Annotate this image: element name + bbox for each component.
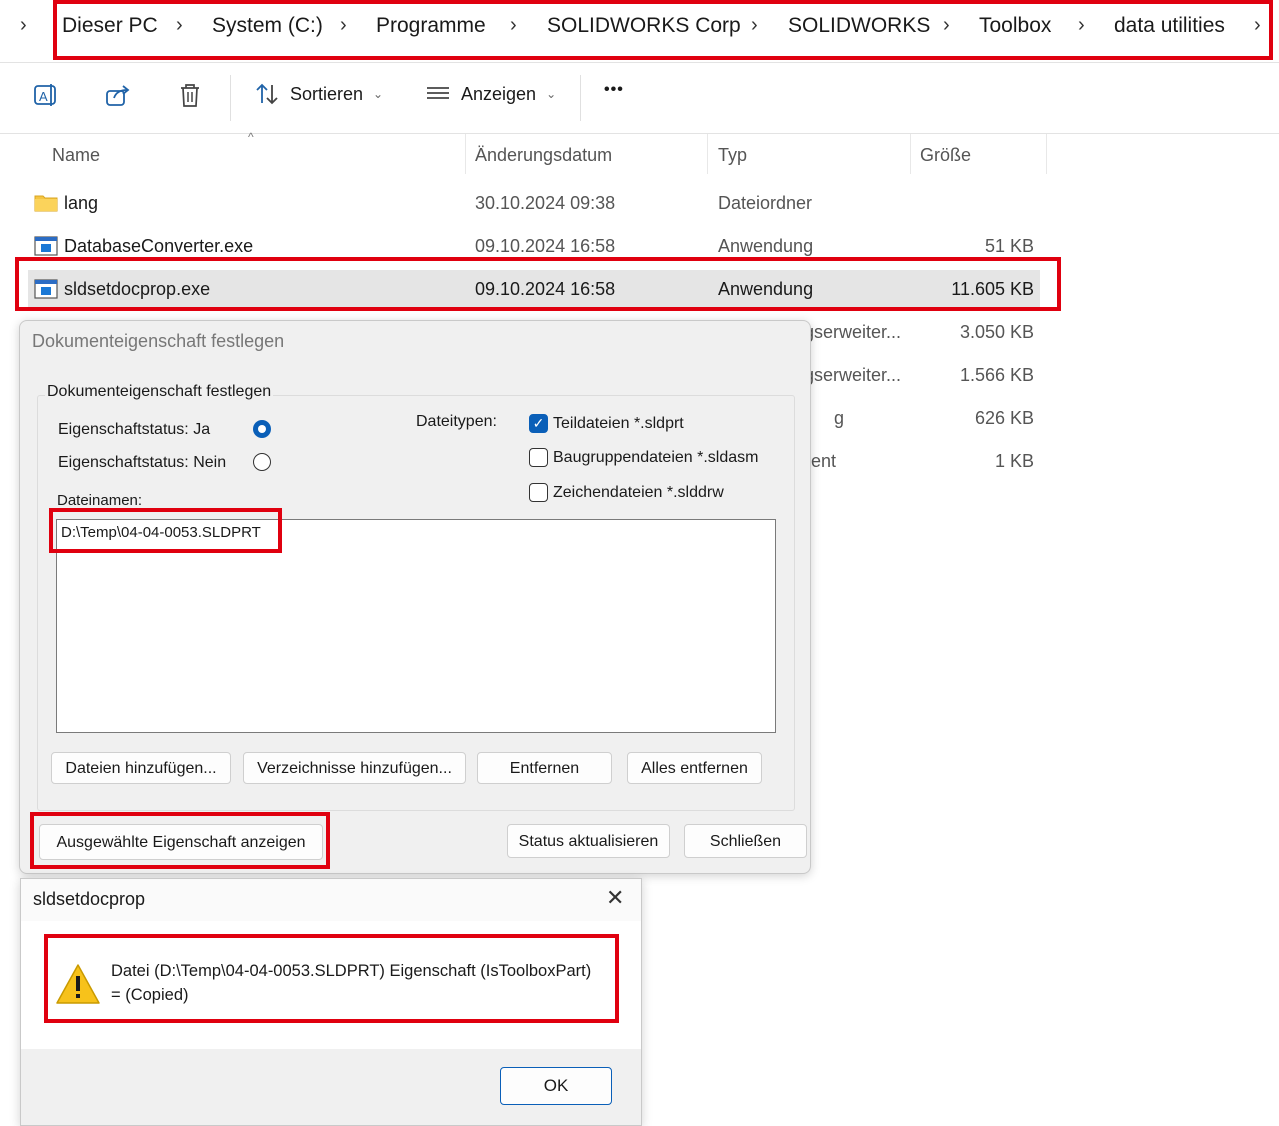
close-button[interactable]: Schließen: [684, 824, 807, 858]
checkbox-label-parts: Teildateien *.sldprt: [553, 415, 684, 432]
breadcrumb-item-solidworks[interactable]: SOLIDWORKS: [788, 14, 930, 38]
add-files-button[interactable]: Dateien hinzufügen...: [51, 752, 231, 784]
file-date: 09.10.2024 16:58: [475, 236, 616, 256]
message-dialog: sldsetdocprop ✕ Datei (D:\Temp\04-04-005…: [20, 878, 642, 1126]
chevron-right-icon[interactable]: ›: [1078, 14, 1085, 37]
radio-label-no: Eigenschaftstatus: Nein: [58, 454, 227, 471]
chevron-down-icon: ⌄: [373, 87, 384, 101]
chevron-right-icon[interactable]: ›: [340, 14, 347, 37]
toolbar-divider: [230, 75, 231, 121]
message-dialog-title: sldsetdocprop: [33, 889, 146, 909]
file-date: 30.10.2024 09:38: [475, 193, 616, 213]
sort-icon: [256, 83, 278, 105]
column-divider: [707, 134, 708, 174]
file-size: 1.566 KB: [959, 365, 1034, 385]
add-directories-button[interactable]: Verzeichnisse hinzufügen...: [243, 752, 466, 784]
message-text-line2: = (Copied): [111, 986, 189, 1004]
filename-entry[interactable]: D:\Temp\04-04-0053.SLDPRT: [61, 524, 261, 541]
breadcrumb-item-this-pc[interactable]: Dieser PC: [62, 14, 158, 38]
breadcrumb-item-programme[interactable]: Programme: [376, 14, 486, 38]
command-toolbar: A Sortieren ⌄ Anzeigen ⌄ •••: [0, 62, 1279, 134]
toolbar-divider: [580, 75, 581, 121]
close-icon[interactable]: ✕: [606, 885, 624, 911]
file-size: 11.605 KB: [951, 279, 1034, 299]
rename-icon[interactable]: A: [32, 81, 60, 109]
warning-icon: [55, 963, 101, 1010]
breadcrumb-item-solidworks-corp[interactable]: SOLIDWORKS Corp: [547, 14, 741, 38]
chevron-right-icon[interactable]: ›: [751, 14, 758, 37]
groupbox-label: Dokumenteigenschaft festlegen: [45, 383, 274, 401]
chevron-right-icon[interactable]: ›: [510, 14, 517, 37]
column-divider: [465, 134, 466, 174]
sort-indicator-icon: ^: [248, 130, 254, 144]
file-name: sldsetdocprop.exe: [64, 279, 211, 299]
set-document-property-dialog: Dokumenteigenschaft festlegen Dokumentei…: [19, 320, 811, 874]
file-row-databaseconverter[interactable]: DatabaseConverter.exe 09.10.2024 16:58 A…: [28, 227, 1040, 267]
radio-label-yes: Eigenschaftstatus: Ja: [58, 421, 211, 438]
checkbox-parts[interactable]: ✓: [529, 414, 548, 433]
dialog-title: Dokumenteigenschaft festlegen: [32, 331, 285, 351]
chevron-right-icon[interactable]: ›: [20, 14, 27, 37]
file-type: gserweiter...: [804, 322, 902, 342]
exe-icon: [34, 236, 58, 261]
delete-icon[interactable]: [176, 81, 204, 109]
file-size: 3.050 KB: [959, 322, 1034, 342]
column-header-date[interactable]: Änderungsdatum: [475, 145, 612, 166]
radio-status-yes[interactable]: [253, 420, 271, 438]
checkbox-label-drawings: Zeichendateien *.slddrw: [553, 484, 724, 501]
message-dialog-titlebar: sldsetdocprop ✕: [21, 879, 641, 921]
column-divider: [910, 134, 911, 174]
column-divider: [1046, 134, 1047, 174]
file-type: ent: [811, 451, 837, 471]
column-header-size[interactable]: Größe: [920, 145, 971, 166]
filetypes-label: Dateitypen:: [416, 413, 497, 430]
file-size: 51 KB: [984, 236, 1034, 256]
update-status-button[interactable]: Status aktualisieren: [507, 824, 670, 858]
column-header-name[interactable]: Name: [52, 145, 100, 166]
ok-button[interactable]: OK: [500, 1067, 612, 1105]
remove-button[interactable]: Entfernen: [477, 752, 612, 784]
checkbox-label-assemblies: Baugruppendateien *.sldasm: [553, 449, 759, 466]
chevron-down-icon: ⌄: [546, 87, 557, 101]
checkbox-assemblies[interactable]: [529, 448, 548, 467]
file-type: g: [834, 408, 845, 428]
file-name: DatabaseConverter.exe: [64, 236, 254, 256]
message-dialog-body: Datei (D:\Temp\04-04-0053.SLDPRT) Eigens…: [21, 921, 641, 1049]
breadcrumb-item-toolbox[interactable]: Toolbox: [979, 14, 1051, 38]
sort-button[interactable]: Sortieren ⌄: [254, 81, 383, 107]
svg-text:A: A: [39, 89, 48, 104]
file-date: 09.10.2024 16:58: [475, 279, 616, 299]
file-row-lang[interactable]: lang 30.10.2024 09:38 Dateiordner: [28, 184, 1040, 224]
share-icon[interactable]: [104, 81, 132, 109]
remove-all-button[interactable]: Alles entfernen: [627, 752, 762, 784]
message-text-line1: Datei (D:\Temp\04-04-0053.SLDPRT) Eigens…: [111, 962, 592, 980]
filenames-label: Dateinamen:: [57, 492, 143, 509]
view-button[interactable]: Anzeigen ⌄: [425, 81, 556, 107]
file-type: gserweiter...: [804, 365, 902, 385]
checkbox-drawings[interactable]: [529, 483, 548, 502]
file-size: 1 KB: [994, 451, 1034, 471]
sort-label: Sortieren: [290, 83, 364, 104]
address-bar: › Dieser PC › System (C:) › Programme › …: [0, 0, 1279, 56]
more-options-icon[interactable]: •••: [604, 81, 624, 99]
view-list-icon: [427, 87, 449, 99]
file-type: Anwendung: [718, 236, 814, 256]
file-name: lang: [64, 193, 99, 213]
breadcrumb-item-system-c[interactable]: System (C:): [212, 14, 323, 38]
folder-icon: [34, 193, 58, 218]
chevron-right-icon[interactable]: ›: [1254, 14, 1261, 37]
chevron-right-icon[interactable]: ›: [943, 14, 950, 37]
view-label: Anzeigen: [461, 83, 537, 104]
file-type: Dateiordner: [718, 193, 813, 213]
file-row-sldsetdocprop[interactable]: sldsetdocprop.exe 09.10.2024 16:58 Anwen…: [28, 270, 1040, 310]
column-header-type[interactable]: Typ: [718, 145, 747, 166]
exe-icon: [34, 279, 58, 304]
file-type: Anwendung: [718, 279, 814, 299]
breadcrumb-item-data-utilities[interactable]: data utilities: [1114, 14, 1225, 38]
radio-status-no[interactable]: [253, 453, 271, 471]
show-selected-property-button[interactable]: Ausgewählte Eigenschaft anzeigen: [39, 824, 323, 860]
file-size: 626 KB: [974, 408, 1034, 428]
filenames-listbox[interactable]: D:\Temp\04-04-0053.SLDPRT: [56, 519, 776, 733]
chevron-right-icon[interactable]: ›: [176, 14, 183, 37]
